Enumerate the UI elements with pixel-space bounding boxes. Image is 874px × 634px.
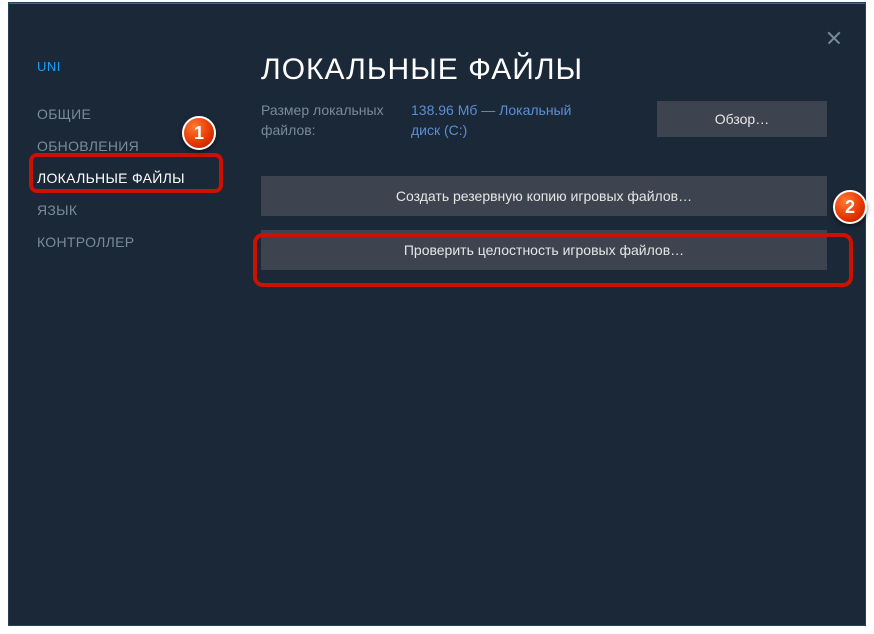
- sidebar-item-updates[interactable]: ОБНОВЛЕНИЯ: [33, 130, 223, 162]
- content-area: UNI ОБЩИЕ ОБНОВЛЕНИЯ ЛОКАЛЬНЫЕ ФАЙЛЫ ЯЗЫ…: [9, 3, 865, 625]
- sidebar-item-language[interactable]: ЯЗЫК: [33, 194, 223, 226]
- main-panel: ЛОКАЛЬНЫЕ ФАЙЛЫ Размер локальных файлов:…: [223, 53, 841, 601]
- window-top-accent: [9, 3, 865, 4]
- sidebar-item-controller[interactable]: КОНТРОЛЛЕР: [33, 226, 223, 258]
- local-size-value: 138.96 Мб — Локальный диск (C:): [411, 101, 591, 140]
- properties-window: UNI ОБЩИЕ ОБНОВЛЕНИЯ ЛОКАЛЬНЫЕ ФАЙЛЫ ЯЗЫ…: [8, 2, 866, 626]
- app-name: UNI: [37, 59, 223, 74]
- sidebar: UNI ОБЩИЕ ОБНОВЛЕНИЯ ЛОКАЛЬНЫЕ ФАЙЛЫ ЯЗЫ…: [33, 53, 223, 601]
- sidebar-item-general[interactable]: ОБЩИЕ: [33, 98, 223, 130]
- close-icon[interactable]: [827, 31, 841, 45]
- backup-files-button[interactable]: Создать резервную копию игровых файлов…: [261, 176, 827, 216]
- browse-button[interactable]: Обзор…: [657, 101, 827, 137]
- local-size-row: Размер локальных файлов: 138.96 Мб — Лок…: [261, 101, 827, 140]
- local-size-label: Размер локальных файлов:: [261, 101, 411, 140]
- verify-integrity-button[interactable]: Проверить целостность игровых файлов…: [261, 230, 827, 270]
- sidebar-item-local-files[interactable]: ЛОКАЛЬНЫЕ ФАЙЛЫ: [33, 162, 223, 194]
- page-title: ЛОКАЛЬНЫЕ ФАЙЛЫ: [261, 53, 827, 87]
